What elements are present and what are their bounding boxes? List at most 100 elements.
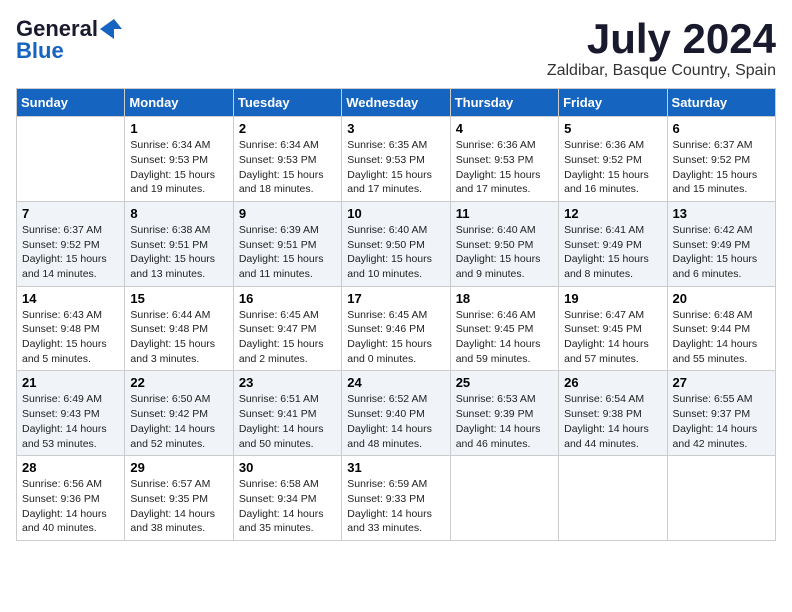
cell-content: Sunrise: 6:48 AM Sunset: 9:44 PM Dayligh… — [673, 308, 770, 367]
calendar-cell: 31 Sunrise: 6:59 AM Sunset: 9:33 PM Dayli… — [342, 456, 450, 541]
day-number: 23 — [239, 375, 336, 390]
cell-content: Sunrise: 6:40 AM Sunset: 9:50 PM Dayligh… — [456, 223, 553, 282]
calendar-cell: 18 Sunrise: 6:46 AM Sunset: 9:45 PM Dayli… — [450, 286, 558, 371]
cell-content: Sunrise: 6:53 AM Sunset: 9:39 PM Dayligh… — [456, 392, 553, 451]
day-number: 12 — [564, 206, 661, 221]
calendar-cell — [450, 456, 558, 541]
cell-content: Sunrise: 6:59 AM Sunset: 9:33 PM Dayligh… — [347, 477, 444, 536]
calendar-table: SundayMondayTuesdayWednesdayThursdayFrid… — [16, 88, 776, 541]
cell-content: Sunrise: 6:56 AM Sunset: 9:36 PM Dayligh… — [22, 477, 119, 536]
calendar-cell: 26 Sunrise: 6:54 AM Sunset: 9:38 PM Dayli… — [559, 371, 667, 456]
calendar-cell: 9 Sunrise: 6:39 AM Sunset: 9:51 PM Daylig… — [233, 201, 341, 286]
calendar-cell: 23 Sunrise: 6:51 AM Sunset: 9:41 PM Dayli… — [233, 371, 341, 456]
header-day: Wednesday — [342, 89, 450, 117]
calendar-cell: 29 Sunrise: 6:57 AM Sunset: 9:35 PM Dayli… — [125, 456, 233, 541]
cell-content: Sunrise: 6:34 AM Sunset: 9:53 PM Dayligh… — [239, 138, 336, 197]
calendar-cell: 14 Sunrise: 6:43 AM Sunset: 9:48 PM Dayli… — [17, 286, 125, 371]
header-day: Tuesday — [233, 89, 341, 117]
header-day: Monday — [125, 89, 233, 117]
calendar-cell: 10 Sunrise: 6:40 AM Sunset: 9:50 PM Dayli… — [342, 201, 450, 286]
cell-content: Sunrise: 6:49 AM Sunset: 9:43 PM Dayligh… — [22, 392, 119, 451]
day-number: 26 — [564, 375, 661, 390]
header-row: SundayMondayTuesdayWednesdayThursdayFrid… — [17, 89, 776, 117]
calendar-cell: 19 Sunrise: 6:47 AM Sunset: 9:45 PM Dayli… — [559, 286, 667, 371]
page-header: General Blue July 2024 Zaldibar, Basque … — [16, 16, 776, 80]
calendar-cell: 24Sunrise: 6:52 AM Sunset: 9:40 PM Dayli… — [342, 371, 450, 456]
day-number: 7 — [22, 206, 119, 221]
calendar-cell: 25Sunrise: 6:53 AM Sunset: 9:39 PM Dayli… — [450, 371, 558, 456]
day-number: 28 — [22, 460, 119, 475]
cell-content: Sunrise: 6:39 AM Sunset: 9:51 PM Dayligh… — [239, 223, 336, 282]
cell-content: Sunrise: 6:34 AM Sunset: 9:53 PM Dayligh… — [130, 138, 227, 197]
calendar-cell: 30Sunrise: 6:58 AM Sunset: 9:34 PM Dayli… — [233, 456, 341, 541]
calendar-cell: 7Sunrise: 6:37 AM Sunset: 9:52 PM Daylig… — [17, 201, 125, 286]
day-number: 24 — [347, 375, 444, 390]
calendar-cell — [667, 456, 775, 541]
day-number: 14 — [22, 291, 119, 306]
cell-content: Sunrise: 6:36 AM Sunset: 9:52 PM Dayligh… — [564, 138, 661, 197]
cell-content: Sunrise: 6:54 AM Sunset: 9:38 PM Dayligh… — [564, 392, 661, 451]
day-number: 22 — [130, 375, 227, 390]
cell-content: Sunrise: 6:55 AM Sunset: 9:37 PM Dayligh… — [673, 392, 770, 451]
calendar-cell — [17, 117, 125, 202]
calendar-cell: 12 Sunrise: 6:41 AM Sunset: 9:49 PM Dayli… — [559, 201, 667, 286]
cell-content: Sunrise: 6:51 AM Sunset: 9:41 PM Dayligh… — [239, 392, 336, 451]
calendar-body: 1 Sunrise: 6:34 AM Sunset: 9:53 PM Daylig… — [17, 117, 776, 541]
day-number: 17 — [347, 291, 444, 306]
calendar-cell: 2Sunrise: 6:34 AM Sunset: 9:53 PM Daylig… — [233, 117, 341, 202]
cell-content: Sunrise: 6:46 AM Sunset: 9:45 PM Dayligh… — [456, 308, 553, 367]
cell-content: Sunrise: 6:45 AM Sunset: 9:47 PM Dayligh… — [239, 308, 336, 367]
cell-content: Sunrise: 6:45 AM Sunset: 9:46 PM Dayligh… — [347, 308, 444, 367]
calendar-header: SundayMondayTuesdayWednesdayThursdayFrid… — [17, 89, 776, 117]
day-number: 27 — [673, 375, 770, 390]
cell-content: Sunrise: 6:57 AM Sunset: 9:35 PM Dayligh… — [130, 477, 227, 536]
day-number: 5 — [564, 121, 661, 136]
day-number: 19 — [564, 291, 661, 306]
logo-blue-text: Blue — [16, 38, 64, 64]
location: Zaldibar, Basque Country, Spain — [547, 62, 776, 80]
day-number: 21 — [22, 375, 119, 390]
month-title: July 2024 — [547, 16, 776, 62]
day-number: 10 — [347, 206, 444, 221]
calendar-cell: 3Sunrise: 6:35 AM Sunset: 9:53 PM Daylig… — [342, 117, 450, 202]
calendar-cell: 1 Sunrise: 6:34 AM Sunset: 9:53 PM Daylig… — [125, 117, 233, 202]
cell-content: Sunrise: 6:38 AM Sunset: 9:51 PM Dayligh… — [130, 223, 227, 282]
cell-content: Sunrise: 6:41 AM Sunset: 9:49 PM Dayligh… — [564, 223, 661, 282]
day-number: 1 — [130, 121, 227, 136]
calendar-week-row: 21 Sunrise: 6:49 AM Sunset: 9:43 PM Dayli… — [17, 371, 776, 456]
day-number: 31 — [347, 460, 444, 475]
calendar-cell: 17 Sunrise: 6:45 AM Sunset: 9:46 PM Dayli… — [342, 286, 450, 371]
day-number: 8 — [130, 206, 227, 221]
calendar-week-row: 14 Sunrise: 6:43 AM Sunset: 9:48 PM Dayli… — [17, 286, 776, 371]
calendar-cell: 22 Sunrise: 6:50 AM Sunset: 9:42 PM Dayli… — [125, 371, 233, 456]
cell-content: Sunrise: 6:42 AM Sunset: 9:49 PM Dayligh… — [673, 223, 770, 282]
title-block: July 2024 Zaldibar, Basque Country, Spai… — [547, 16, 776, 80]
logo: General Blue — [16, 16, 122, 64]
cell-content: Sunrise: 6:50 AM Sunset: 9:42 PM Dayligh… — [130, 392, 227, 451]
day-number: 3 — [347, 121, 444, 136]
day-number: 9 — [239, 206, 336, 221]
calendar-cell: 20Sunrise: 6:48 AM Sunset: 9:44 PM Dayli… — [667, 286, 775, 371]
calendar-cell — [559, 456, 667, 541]
calendar-cell: 28 Sunrise: 6:56 AM Sunset: 9:36 PM Dayli… — [17, 456, 125, 541]
calendar-week-row: 28 Sunrise: 6:56 AM Sunset: 9:36 PM Dayli… — [17, 456, 776, 541]
calendar-cell: 15Sunrise: 6:44 AM Sunset: 9:48 PM Dayli… — [125, 286, 233, 371]
calendar-cell: 21 Sunrise: 6:49 AM Sunset: 9:43 PM Dayli… — [17, 371, 125, 456]
calendar-week-row: 1 Sunrise: 6:34 AM Sunset: 9:53 PM Daylig… — [17, 117, 776, 202]
cell-content: Sunrise: 6:36 AM Sunset: 9:53 PM Dayligh… — [456, 138, 553, 197]
cell-content: Sunrise: 6:47 AM Sunset: 9:45 PM Dayligh… — [564, 308, 661, 367]
day-number: 29 — [130, 460, 227, 475]
calendar-cell: 6Sunrise: 6:37 AM Sunset: 9:52 PM Daylig… — [667, 117, 775, 202]
day-number: 11 — [456, 206, 553, 221]
cell-content: Sunrise: 6:40 AM Sunset: 9:50 PM Dayligh… — [347, 223, 444, 282]
day-number: 13 — [673, 206, 770, 221]
calendar-week-row: 7Sunrise: 6:37 AM Sunset: 9:52 PM Daylig… — [17, 201, 776, 286]
day-number: 18 — [456, 291, 553, 306]
header-day: Thursday — [450, 89, 558, 117]
calendar-cell: 4Sunrise: 6:36 AM Sunset: 9:53 PM Daylig… — [450, 117, 558, 202]
header-day: Friday — [559, 89, 667, 117]
cell-content: Sunrise: 6:43 AM Sunset: 9:48 PM Dayligh… — [22, 308, 119, 367]
cell-content: Sunrise: 6:58 AM Sunset: 9:34 PM Dayligh… — [239, 477, 336, 536]
day-number: 15 — [130, 291, 227, 306]
day-number: 6 — [673, 121, 770, 136]
